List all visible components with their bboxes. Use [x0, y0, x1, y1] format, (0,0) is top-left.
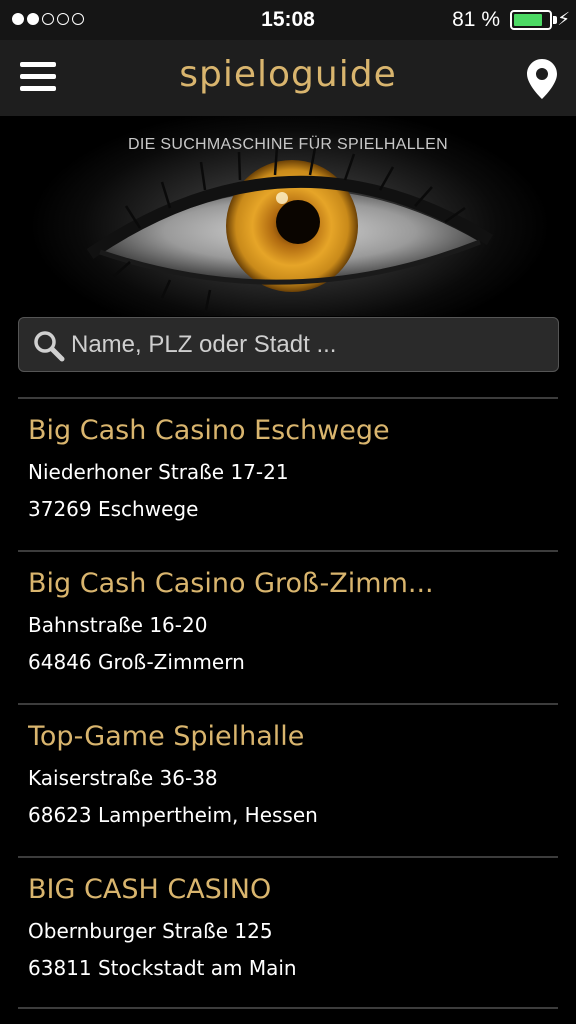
location-pin-icon	[527, 59, 557, 99]
venue-street: Kaiserstraße 36-38	[28, 766, 218, 790]
app-header: spieloguide	[0, 40, 576, 116]
eye-image	[86, 146, 494, 311]
venue-name: Big Cash Casino Groß-Zimm...	[28, 568, 434, 599]
venue-street: Obernburger Straße 125	[28, 919, 273, 943]
venue-name: Big Cash Casino Eschwege	[28, 415, 390, 446]
battery-percentage: 81 %	[452, 8, 500, 31]
hero-banner: DIE SUCHMASCHINE FÜR SPIELHALLEN	[0, 116, 576, 316]
search-bar[interactable]	[18, 317, 559, 372]
app-title: spieloguide	[179, 54, 397, 95]
venue-street: Bahnstraße 16-20	[28, 613, 208, 637]
venue-city: 37269 Eschwege	[28, 497, 199, 521]
list-item[interactable]: BIG CASH CASINO Obernburger Straße 125 6…	[18, 856, 558, 1009]
venue-city: 68623 Lampertheim, Hessen	[28, 803, 318, 827]
location-button[interactable]	[526, 58, 558, 100]
list-item[interactable]: Top-Game Spielhalle Kaiserstraße 36-38 6…	[18, 703, 558, 856]
charging-bolt-icon: ⚡︎	[557, 9, 570, 29]
venue-city: 63811 Stockstadt am Main	[28, 956, 297, 980]
search-input[interactable]	[71, 318, 541, 371]
battery-icon	[510, 10, 552, 30]
list-item[interactable]: Big Cash Casino Groß-Zimm... Bahnstraße …	[18, 550, 558, 703]
venue-name: Top-Game Spielhalle	[28, 721, 305, 752]
venue-name: BIG CASH CASINO	[28, 874, 272, 905]
search-icon	[34, 331, 65, 362]
venue-city: 64846 Groß-Zimmern	[28, 650, 245, 674]
list-item[interactable]: Big Cash Casino Eschwege Niederhoner Str…	[18, 397, 558, 550]
venue-street: Niederhoner Straße 17-21	[28, 460, 289, 484]
status-bar: 15:08 81 % ⚡︎	[0, 0, 576, 40]
results-list: Big Cash Casino Eschwege Niederhoner Str…	[18, 397, 558, 1009]
